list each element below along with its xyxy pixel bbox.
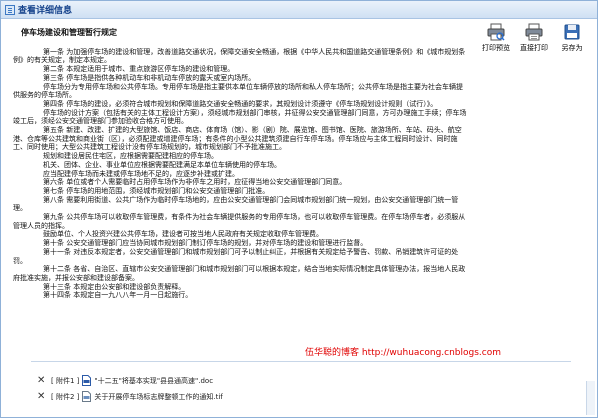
document-paragraph: 第八条 需要利用街道、公共广场作为临时停车场地的，应由公安交通管理部门会同城市规… <box>13 195 459 213</box>
save-as-label: 另存为 <box>561 44 583 52</box>
direct-print-label: 直接打印 <box>520 44 548 52</box>
document-paragraph: 第二条 本规定适用于城市、重点旅游区停车场的建设和管理。 <box>43 65 235 74</box>
attachment-item: ✕ [ 附件1 ] "十二五"将基本实现"县县通高速".doc <box>37 375 213 386</box>
document-paragraph: 机关、团体、企业、事业单位应根据需要配建满足本单位车辆使用的停车场。 <box>43 160 281 169</box>
document-paragraph: 第十一条 对违反本规定者，公安交通管理部门和城市规划部门可予以制止纠正，并根据有… <box>13 247 459 265</box>
delete-icon[interactable]: ✕ <box>37 375 47 386</box>
print-preview-label: 打印预览 <box>482 44 510 52</box>
document-paragraph: 第十条 公安交通管理部门应当协同城市规划部门制订停车场的规划，并对停车场的建设和… <box>43 239 368 248</box>
direct-print-button[interactable]: 直接打印 <box>517 23 551 55</box>
doc-file-icon <box>82 375 92 386</box>
delete-icon[interactable]: ✕ <box>37 391 47 402</box>
attachment-item: ✕ [ 附件2 ] 关于开展停车场标志牌整顿工作的通知.tif <box>37 391 223 402</box>
document-paragraph: 第十二条 各省、自治区、直辖市公安交通管理部门和城市规划部门可以根据本规定，结合… <box>13 265 466 282</box>
attachment-link[interactable]: "十二五"将基本实现"县县通高速".doc <box>94 376 213 386</box>
window-icon <box>5 4 15 15</box>
attachment-link[interactable]: 关于开展停车场标志牌整顿工作的通知.tif <box>94 392 222 402</box>
save-as-button[interactable]: 另存为 <box>555 23 589 55</box>
detail-dialog: 查看详细信息 打印预览 直接打印 另存为 停车场建设和管理暂行规定 第一条 为加… <box>0 0 598 418</box>
vertical-scrollbar[interactable] <box>586 381 595 415</box>
document-paragraph: 第九条 公共停车场可以收取停车管理费，有条件为社会车辆提供服务的专用停车场，也可… <box>13 213 466 230</box>
document-content: 停车场建设和管理暂行规定 第一条 为加强停车场的建设和管理，改善道路交通状况，保… <box>13 27 467 335</box>
blog-watermark: 伍华聪的博客 http://wuhuacong.cnblogs.com <box>305 348 502 358</box>
tif-file-icon <box>82 391 92 402</box>
print-preview-button[interactable]: 打印预览 <box>479 23 513 55</box>
print-preview-icon <box>487 23 505 41</box>
document-paragraph: 第三条 停车场是指供各种机动车和非机动车停放的露天或室内场所。 <box>43 73 256 82</box>
document-paragraph: 规划和建设居民住宅区，应根据需要配建相应的停车场。 <box>43 152 218 161</box>
attachment-prefix: [ 附件1 ] <box>51 376 80 385</box>
document-paragraph: 应当配建停车场而未建或停车场地不足的，应逐步补建或扩建。 <box>43 169 239 178</box>
document-paragraph: 第四条 停车场的建设，必须符合城市规划和保障道路交通安全畅通的要求，其规划设计须… <box>43 99 438 108</box>
document-title: 停车场建设和管理暂行规定 <box>21 28 117 37</box>
document-paragraph: 第六条 单位或者个人需要临时占用停车场作为非停车之用时，应征得当地公安交通管理部… <box>43 178 347 187</box>
divider <box>31 361 571 362</box>
direct-print-icon <box>525 23 543 41</box>
save-as-icon <box>564 24 580 40</box>
document-paragraph: 停车场的设计方案（包括有关的主体工程设计方案），须经城市规划部门审核，并征得公安… <box>13 108 467 126</box>
document-paragraph: 第十四条 本规定自一九八八年一月一日起施行。 <box>43 291 193 300</box>
document-paragraph: 第五条 新建、改建、扩建的大型旅馆、饭店、商店、体育场（馆）、影（剧）院、展览馆… <box>13 126 462 152</box>
window-title: 查看详细信息 <box>18 6 73 16</box>
title-bar: 查看详细信息 <box>1 1 597 19</box>
attachment-prefix: [ 附件2 ] <box>51 392 80 401</box>
toolbar: 打印预览 直接打印 另存为 <box>479 23 589 55</box>
document-paragraph: 停车场分为专用停车场和公共停车场。专用停车场是指主要供本单位车辆停放的场所和私人… <box>13 82 463 100</box>
document-paragraph: 第一条 为加强停车场的建设和管理，改善道路交通状况，保障交通安全畅通，根据《中华… <box>13 47 466 65</box>
document-paragraph: 第七条 停车场的用地范围，须经城市规划部门和公安交通管理部门批准。 <box>43 186 270 195</box>
document-paragraph: 鼓励单位、个人投资兴建公共停车场，建设者可按当地人民政府有关规定收取停车管理费。 <box>43 230 323 239</box>
